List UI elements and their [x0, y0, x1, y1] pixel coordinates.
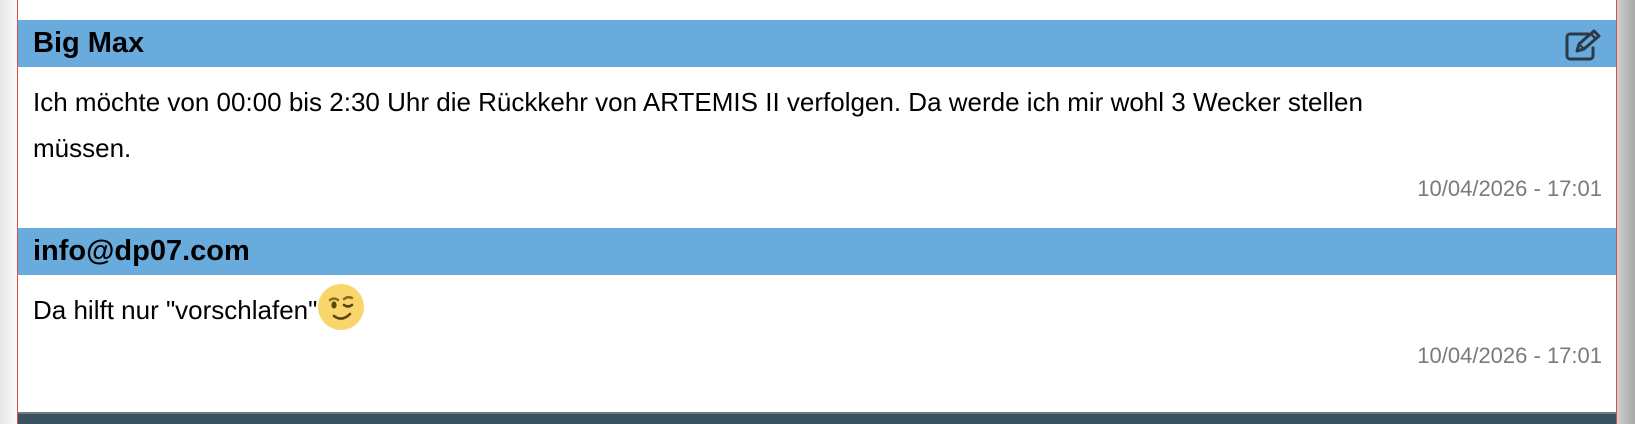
comments-container: Big Max Ich möchte von 00:00 bis 2:30 Uh… [17, 0, 1617, 424]
comment-header: info@dp07.com [18, 228, 1616, 275]
page: Big Max Ich möchte von 00:00 bis 2:30 Uh… [0, 0, 1635, 424]
comment-text: Da hilft nur "vorschlafen" [33, 284, 1463, 333]
left-page-shadow [0, 0, 17, 424]
winking-face-emoji-icon [317, 283, 365, 331]
comment-header: Big Max [18, 20, 1616, 67]
right-page-shadow [1617, 0, 1635, 424]
comment-author: info@dp07.com [33, 235, 250, 267]
footer-bar [18, 412, 1616, 424]
comment-text-content: Da hilft nur "vorschlafen" [33, 295, 318, 325]
comment-timestamp: 10/04/2026 - 17:01 [1417, 176, 1602, 201]
comment-author: Big Max [33, 27, 145, 59]
comment-text: Ich möchte von 00:00 bis 2:30 Uhr die Rü… [33, 87, 1363, 163]
edit-icon [1565, 29, 1601, 61]
edit-comment-button[interactable] [1564, 29, 1602, 61]
comment-timestamp: 10/04/2026 - 17:01 [1417, 343, 1602, 368]
